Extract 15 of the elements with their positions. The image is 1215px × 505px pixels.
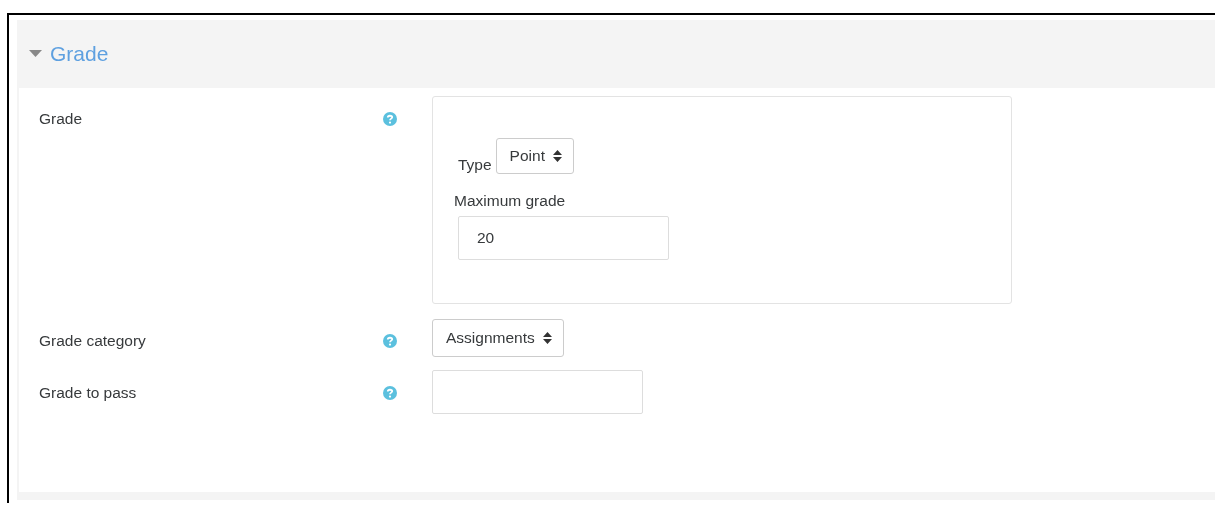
sort-icon (542, 332, 552, 344)
field-label: Type (458, 156, 492, 174)
help-icon[interactable] (383, 334, 397, 348)
input-field[interactable] (432, 370, 643, 414)
sort-icon (552, 150, 562, 162)
type-select[interactable]: Point (495, 138, 574, 174)
field-label: Maximum grade (454, 192, 567, 210)
help-icon[interactable] (383, 112, 397, 126)
field-label: Grade to pass (39, 383, 138, 402)
category-select[interactable]: Assignments (432, 319, 564, 357)
collapse-icon[interactable] (29, 50, 42, 58)
field-label: Grade (39, 109, 84, 128)
help-icon[interactable] (383, 386, 397, 400)
field-label: Grade category (39, 331, 147, 350)
input-field[interactable]: 20 (458, 216, 669, 260)
